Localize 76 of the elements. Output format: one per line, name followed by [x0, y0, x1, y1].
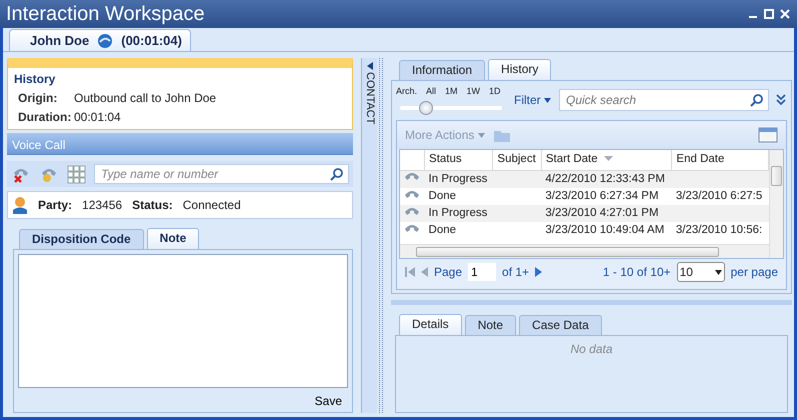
interaction-tab[interactable]: John Doe (00:01:04) [9, 29, 191, 51]
column-header[interactable]: End Date [672, 150, 768, 170]
table-cell: In Progress [424, 205, 493, 222]
table-cell: 4/22/2010 12:33:43 PM [541, 170, 672, 188]
search-icon[interactable] [330, 167, 344, 181]
horizontal-scrollbar[interactable] [400, 244, 769, 258]
first-page-icon[interactable] [405, 267, 415, 277]
tick-label: 1M [445, 85, 458, 98]
party-label: Party: [38, 197, 72, 214]
page-label: Page [434, 264, 462, 281]
caret-icon [714, 270, 722, 274]
vertical-scrollbar[interactable] [769, 150, 783, 258]
globe-icon [97, 32, 114, 48]
quick-search-field[interactable]: Quick search [559, 89, 769, 111]
tick-label: 1D [489, 85, 501, 98]
person-icon [12, 196, 28, 214]
tab[interactable]: Details [399, 314, 462, 335]
tick-label: 1W [466, 85, 480, 98]
field-value: Outbound call to John Doe [74, 90, 216, 107]
tick-label: All [426, 85, 436, 98]
field-label: Origin: [18, 90, 58, 107]
table-cell: 3/23/2010 4:27:01 PM [541, 205, 672, 222]
column-header[interactable]: Status [424, 150, 493, 170]
side-tab-label: CONTACT [362, 72, 377, 124]
table-cell: 3/23/2010 6:27:34 PM [541, 188, 672, 205]
tab[interactable]: Case Data [519, 315, 602, 335]
table-cell: 3/23/2010 10:56: [672, 222, 768, 240]
note-field[interactable] [18, 254, 348, 388]
tab[interactable]: Disposition Code [19, 229, 144, 249]
table-cell: 3/23/2010 10:49:04 AM [541, 222, 672, 240]
field-value: 00:01:04 [74, 109, 121, 126]
column-header[interactable]: Subject [492, 150, 542, 170]
filter-button[interactable]: Filter [512, 91, 553, 109]
save-button[interactable]: Save [308, 388, 348, 410]
expand-icon[interactable] [775, 94, 787, 106]
collapse-arrow-icon[interactable] [366, 62, 372, 70]
search-icon[interactable] [750, 93, 764, 107]
table-cell: Done [424, 222, 493, 240]
tab[interactable]: Note [146, 228, 200, 249]
per-page-dropdown[interactable]: 10 [676, 262, 725, 282]
status-label: Status: [132, 197, 173, 214]
maximize-icon[interactable] [763, 8, 775, 20]
contact-side-tab[interactable]: CONTACT [361, 58, 377, 413]
close-icon[interactable] [779, 8, 791, 20]
tick-label: Arch. [396, 85, 418, 98]
table-cell: 3/23/2010 6:27:5 [672, 188, 768, 205]
party-value: 123456 [82, 197, 122, 214]
caret-icon [544, 98, 551, 104]
page-field[interactable]: 1 [468, 263, 496, 281]
caret-icon [478, 133, 485, 138]
window-icon[interactable] [758, 127, 778, 143]
keypad-icon[interactable] [67, 164, 86, 184]
call-timer: (00:01:04) [121, 32, 182, 50]
voice-call-header: Voice Call [7, 133, 353, 155]
page-count: of 1+ [502, 264, 530, 281]
contact-name: John Doe [30, 32, 90, 50]
window-title: Interaction Workspace [6, 2, 206, 27]
tab[interactable]: Note [464, 315, 516, 335]
per-page-label: per page [730, 264, 778, 281]
tab[interactable]: History [488, 59, 552, 80]
sort-arrow-icon [604, 156, 613, 162]
next-page-icon[interactable] [535, 267, 542, 277]
field-label: Duration: [18, 109, 72, 126]
table-cell: Done [424, 188, 493, 205]
previous-page-icon[interactable] [421, 267, 428, 277]
record-range: 1 - 10 of 10+ [602, 264, 671, 281]
column-header[interactable]: Start Date [541, 150, 672, 170]
folder-icon[interactable] [492, 128, 511, 142]
search-field[interactable]: Type name or number [94, 164, 349, 184]
slider-thumb[interactable] [418, 101, 432, 115]
status-value: Connected [182, 197, 241, 214]
tab[interactable]: Information [399, 60, 486, 80]
date-range-slider[interactable]: Arch. All 1M 1W 1D [396, 85, 506, 115]
empty-message: No data [569, 341, 614, 358]
history-heading: History [14, 71, 56, 88]
table-cell: In Progress [424, 170, 493, 188]
